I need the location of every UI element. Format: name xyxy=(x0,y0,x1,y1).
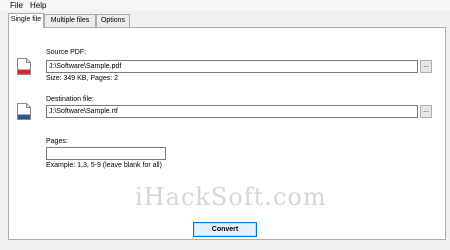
menu-help[interactable]: Help xyxy=(30,0,46,11)
destination-file-label: Destination file: xyxy=(46,96,94,103)
rtf-file-icon xyxy=(17,103,31,120)
source-browse-button[interactable]: ... xyxy=(420,60,432,73)
tab-multiple-files[interactable]: Multiple files xyxy=(44,14,96,27)
source-file-info: Size: 349 KB, Pages: 2 xyxy=(46,75,118,82)
convert-button[interactable]: Convert xyxy=(193,222,257,237)
menu-bar: File Help xyxy=(0,0,450,11)
pages-hint: Example: 1,3, 5-9 (leave blank for all) xyxy=(46,162,162,169)
pages-label: Pages: xyxy=(46,138,68,145)
status-bar xyxy=(0,242,450,250)
menu-file[interactable]: File xyxy=(10,0,23,11)
watermark: iHackSoft.com xyxy=(135,183,327,211)
destination-browse-button[interactable]: ... xyxy=(420,105,432,118)
source-pdf-path-field[interactable]: J:\Software\Sample.pdf xyxy=(46,60,418,73)
destination-path-field[interactable]: J:\Software\Sample.rtf xyxy=(46,105,418,118)
tab-options[interactable]: Options xyxy=(96,14,130,27)
pages-input[interactable] xyxy=(46,147,166,160)
pdf-file-icon xyxy=(17,58,31,75)
tab-single-file[interactable]: Single file xyxy=(8,13,44,28)
source-pdf-label: Source PDF: xyxy=(46,49,87,56)
